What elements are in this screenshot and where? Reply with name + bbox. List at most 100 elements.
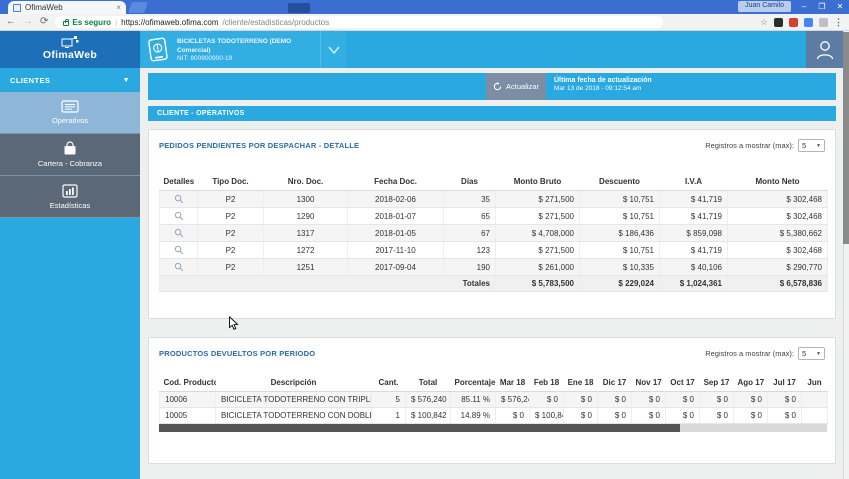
magnifier-icon[interactable] <box>174 245 184 255</box>
cell: $ 0 <box>733 407 768 424</box>
returned-products-header-row: Cod. Producto Descripción Cant. Total Porcen… <box>159 374 828 392</box>
close-window-icon[interactable]: ✕ <box>834 0 846 13</box>
sidebar-item-cartera-cobranza[interactable]: Cartera - Cobranza <box>0 134 140 176</box>
extension-icon-red[interactable] <box>789 17 798 27</box>
new-tab-button[interactable] <box>128 2 148 13</box>
cell: $ 0 <box>767 407 802 424</box>
sidebar-item-operativos[interactable]: Operativos <box>0 92 140 134</box>
column-header: Ago 17 <box>733 374 768 392</box>
cell: $ 302,468 <box>727 190 828 208</box>
sidebar-item-label: Operativos <box>51 116 89 125</box>
pending-orders-table: Detalles Tipo Doc. Nro. Doc. Fecha Doc. Días… <box>159 173 828 292</box>
sidebar-item-label: Estadísticas <box>49 200 91 210</box>
browser-tab[interactable]: OfimaWeb × <box>8 1 126 14</box>
returned-products-table: Cod. Producto Descripción Cant. Total Porcen… <box>159 374 828 424</box>
magnifier-icon[interactable] <box>174 228 184 238</box>
address-bar[interactable]: Es seguro | https://ofimaweb.ofima.com/c… <box>55 16 664 28</box>
column-header: Nov 17 <box>631 374 666 392</box>
details-cell[interactable] <box>159 207 198 225</box>
cell: 123 <box>443 241 496 259</box>
column-header: Feb 18 <box>529 374 564 392</box>
details-cell[interactable] <box>159 258 198 276</box>
cell: $ 10,335 <box>579 258 660 276</box>
bookmark-star-icon[interactable]: ☆ <box>760 17 768 28</box>
tabstrip-button[interactable] <box>288 3 310 13</box>
returned-products-card: PRODUCTOS DEVUELTOS POR PERIODO Registro… <box>148 337 836 464</box>
records-select[interactable]: 5 ▼ <box>798 347 825 360</box>
sidebar-section-clientes[interactable]: CLIENTES ▼ <box>0 68 140 92</box>
select-caret-icon: ▼ <box>816 142 821 149</box>
cell: $ 0 <box>529 391 564 408</box>
sidebar: CLIENTES ▼ Operativos Cartera - Cobranza… <box>0 68 140 479</box>
cell: $ 41,719 <box>659 241 728 259</box>
list-card-icon <box>61 100 79 113</box>
url-host: https://ofimaweb.ofima.com <box>121 17 219 27</box>
cell: $ 271,500 <box>495 241 580 259</box>
back-icon[interactable]: ← <box>6 17 16 27</box>
cell: $ 100,842 <box>405 407 451 424</box>
vertical-scrollbar-thumb[interactable] <box>843 32 849 244</box>
cell: $ 0 <box>563 407 598 424</box>
app-logo[interactable]: OfimaWeb <box>0 31 140 68</box>
cell: $ 0 <box>631 407 666 424</box>
last-update-info: Última fecha de actualización Mar 13 de … <box>546 73 696 100</box>
column-header: Monto Bruto <box>495 173 580 191</box>
maximize-icon[interactable]: ❒ <box>816 0 828 13</box>
magnifier-icon[interactable] <box>174 194 184 204</box>
details-cell[interactable] <box>159 241 198 259</box>
horizontal-scrollbar[interactable] <box>159 424 827 432</box>
cell: 2018-01-05 <box>347 224 444 242</box>
horizontal-scrollbar-thumb[interactable] <box>159 424 681 432</box>
cell: 1251 <box>263 258 348 276</box>
cell: $ 271,500 <box>495 190 580 208</box>
sidebar-item-estadisticas[interactable]: Estadísticas <box>0 176 140 218</box>
cell: BICICLETA TODOTERRENO CON TRIPLE SUSPENS… <box>215 391 372 408</box>
totals-cell: $ 6,578,836 <box>727 275 828 292</box>
browser-menu-icon[interactable]: ⋮ <box>834 17 843 28</box>
user-icon <box>816 40 833 59</box>
chevron-down-icon[interactable] <box>320 31 346 68</box>
minimize-icon[interactable]: – <box>798 0 810 13</box>
records-label: Registros a mostrar (max): <box>705 141 794 150</box>
company-nit: NIT: 800900900-19 <box>177 55 233 63</box>
details-cell[interactable] <box>159 224 198 242</box>
extension-icon-blue[interactable] <box>804 17 813 27</box>
details-cell[interactable] <box>159 190 198 208</box>
records-select[interactable]: 5 ▼ <box>798 139 825 152</box>
column-header: Oct 17 <box>665 374 700 392</box>
pending-orders-tbody: P2 1300 2018-02-06 35 $ 271,500 $ 10,751 $ 41,… <box>159 190 828 292</box>
cell: P2 <box>197 241 264 259</box>
cell <box>801 407 828 424</box>
table-row: 10005BICICLETA TODOTERRENO CON DOBLE SUS… <box>159 407 828 424</box>
extension-icon-dark[interactable] <box>774 17 783 27</box>
company-selector[interactable]: BICICLETAS TODOTERRENO (DEMO Comercial) … <box>141 31 346 68</box>
cell: $ 0 <box>665 391 700 408</box>
magnifier-icon[interactable] <box>174 211 184 221</box>
returned-products-title: PRODUCTOS DEVUELTOS POR PERIODO <box>159 349 316 358</box>
actualizar-button[interactable]: Actualizar <box>486 73 546 100</box>
cell <box>801 391 828 408</box>
cell: $ 0 <box>699 391 734 408</box>
magnifier-icon[interactable] <box>174 262 184 272</box>
cell: 85.11 % <box>450 391 496 408</box>
cell: 14.89 % <box>450 407 496 424</box>
browser-profile-button[interactable]: Juan Camilo <box>738 1 791 12</box>
cell: $ 100,842 <box>529 407 564 424</box>
caret-down-icon: ▼ <box>122 76 130 84</box>
cell: $ 10,751 <box>579 207 660 225</box>
close-tab-icon[interactable]: × <box>116 3 121 12</box>
column-header: Jul 17 <box>767 374 802 392</box>
column-header: Jun <box>801 374 828 392</box>
vertical-scrollbar[interactable] <box>843 31 849 479</box>
reload-icon[interactable]: ⟳ <box>40 17 48 27</box>
extension-icon-gray[interactable] <box>819 17 828 27</box>
update-bar: Actualizar Última fecha de actualización… <box>148 73 836 100</box>
cell: 1300 <box>263 190 348 208</box>
cell: P2 <box>197 224 264 242</box>
secure-badge[interactable]: Es seguro <box>63 18 111 27</box>
user-menu[interactable] <box>806 31 843 68</box>
cell: 1290 <box>263 207 348 225</box>
browser-urlbar: ← → ⟳ Es seguro | https://ofimaweb.ofima… <box>0 14 849 31</box>
cell: 10005 <box>159 407 216 424</box>
column-header: Descripción <box>215 374 372 392</box>
